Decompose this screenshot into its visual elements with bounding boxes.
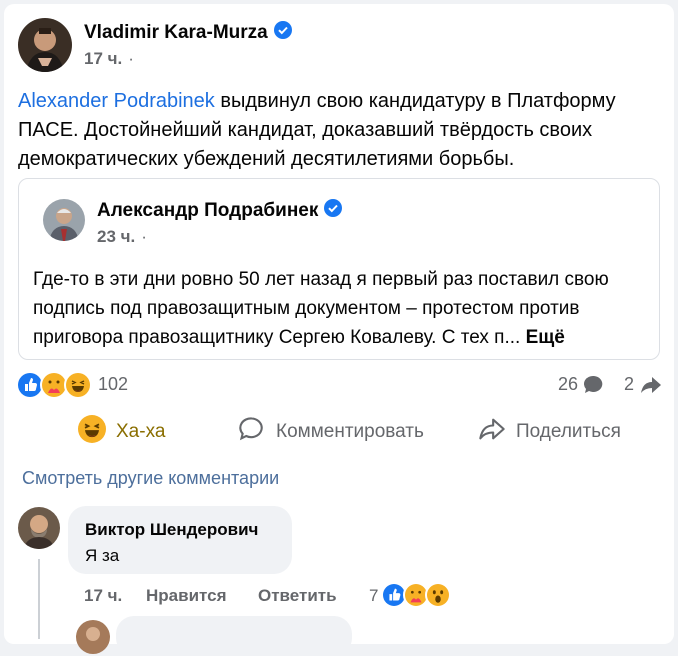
wow-reaction-icon [425,582,451,608]
comment-bubble: Виктор Шендерович Я за [68,506,292,574]
comment-text: Я за [85,546,120,565]
reactions-count[interactable]: 102 [98,374,128,395]
comment-reply-button[interactable]: Ответить [258,586,337,606]
shares-count[interactable]: 2 [624,374,634,395]
haha-reaction-icon [64,371,92,399]
verified-badge-icon [324,199,343,222]
post-text: Alexander Podrabinek выдвинул свою канди… [18,87,648,174]
next-commenter-avatar[interactable] [76,620,110,654]
shared-post-time[interactable]: 23 ч. [97,227,135,247]
see-other-comments-link[interactable]: Смотреть другие комментарии [22,468,279,489]
comment-bubble-icon [583,374,605,401]
share-label: Поделиться [516,421,621,442]
comment-time[interactable]: 17 ч. [84,586,122,606]
shared-author-avatar[interactable] [43,199,85,241]
separator-dot: · [128,49,134,68]
shared-post-body: Где-то в эти дни ровно 50 лет назад я пе… [33,269,609,348]
comment-reaction-icons[interactable] [381,582,451,608]
post-card: Vladimir Kara-Murza 17 ч. · Alexander Po… [4,4,674,656]
reaction-stats: 102 26 2 [16,371,666,399]
shared-post[interactable]: Александр Подрабинек 23 ч. · Где-то в эт… [18,178,660,360]
share-button[interactable]: Поделиться [478,414,621,450]
reaction-icons[interactable] [16,371,92,399]
comment-reactions-count[interactable]: 7 [369,586,378,606]
mention-link[interactable]: Alexander Podrabinek [18,90,215,112]
share-icon [478,415,506,449]
comment-like-button[interactable]: Нравится [146,586,227,606]
comment-button[interactable]: Комментировать [238,414,424,450]
see-more-link[interactable]: Ещё [526,327,565,348]
next-reply-bubble [116,616,352,656]
comment-icon [238,415,266,449]
haha-icon [78,415,106,449]
author-name[interactable]: Vladimir Kara-Murza [84,22,268,44]
author-avatar[interactable] [18,18,72,72]
comment-label: Комментировать [276,421,424,442]
commenter-name[interactable]: Виктор Шендерович [85,520,258,540]
share-arrow-icon [640,374,662,401]
comments-count[interactable]: 26 [558,374,578,395]
commenter-avatar[interactable] [18,507,60,549]
verified-badge-icon [273,21,292,44]
post-time[interactable]: 17 ч. [84,49,122,69]
thread-line [38,559,40,639]
haha-label: Ха-ха [116,421,166,442]
shared-post-text: Где-то в эти дни ровно 50 лет назад я пе… [33,265,653,352]
haha-button[interactable]: Ха-ха [78,414,165,450]
shared-author-name[interactable]: Александр Подрабинек [97,200,318,222]
separator-dot: · [141,227,147,246]
